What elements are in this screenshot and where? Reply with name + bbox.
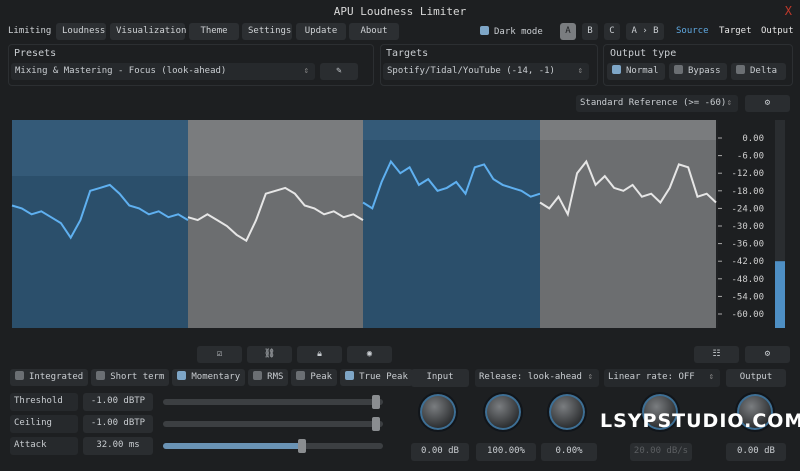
- mode-true-peak[interactable]: True Peak: [340, 369, 413, 386]
- mode-rms[interactable]: RMS: [248, 369, 289, 386]
- checkbox-icon: [177, 371, 187, 380]
- scale-label: 0.00: [742, 134, 764, 144]
- output-label: Output: [726, 369, 786, 387]
- unlink-icon: ⛓: [263, 349, 276, 359]
- scale-label: -6.00: [737, 152, 764, 162]
- measure-modes: Integrated Short term Momentary RMS Peak True…: [10, 369, 413, 386]
- mode-integrated[interactable]: Integrated: [10, 369, 89, 386]
- mode-label: Short term: [110, 372, 165, 382]
- mode-label: RMS: [267, 372, 284, 382]
- checkbox-icon: [15, 371, 24, 380]
- scale-label: -12.00: [731, 169, 764, 179]
- ceiling-slider[interactable]: [163, 417, 383, 431]
- input-value[interactable]: 0.00 dB: [411, 443, 469, 461]
- checkbox-icon: [296, 371, 306, 380]
- settings-button[interactable]: ⚙: [745, 346, 790, 363]
- loudness-graph: 0.00 -6.00 -12.00 -18.00 -24.00 -30.00 -36.00 -…: [11, 120, 785, 328]
- input-knob[interactable]: [418, 392, 458, 432]
- mode-label: Integrated: [29, 372, 84, 382]
- scale-label: -42.00: [731, 257, 764, 267]
- linear-rate-select[interactable]: Linear rate: OFF ⇕: [604, 369, 720, 387]
- mode-label: Momentary: [191, 372, 241, 382]
- mix-knob[interactable]: [547, 392, 587, 432]
- watermark: LSYPSTUDIO.COM: [600, 410, 800, 432]
- output-value[interactable]: 0.00 dB: [726, 443, 786, 461]
- mode-momentary[interactable]: Momentary: [172, 369, 246, 386]
- eye-icon: ◉: [366, 349, 373, 359]
- linear-rate-value: Linear rate: OFF: [608, 372, 695, 382]
- slider-thumb[interactable]: [372, 417, 381, 431]
- checkbox-icon: [253, 371, 263, 380]
- scale-label: -60.00: [731, 310, 764, 320]
- slider-thumb[interactable]: [372, 395, 381, 409]
- lock-button[interactable]: 🔒︎: [297, 346, 342, 363]
- scale-label: -36.00: [731, 240, 764, 250]
- unlink-button[interactable]: ⛓: [247, 346, 292, 363]
- scale-label: -24.00: [731, 204, 764, 214]
- sliders-icon: ☷: [712, 349, 721, 359]
- param-label: Threshold: [10, 393, 78, 411]
- mix-value[interactable]: 0.00%: [541, 443, 597, 461]
- checkbox-icon: [345, 371, 355, 380]
- slider-thumb[interactable]: [297, 439, 306, 453]
- level-meter-fill: [775, 261, 785, 328]
- param-value[interactable]: -1.00 dBTP: [83, 393, 153, 411]
- mode-label: Peak: [310, 372, 333, 382]
- check-button[interactable]: ☑: [197, 346, 242, 363]
- scale-label: -30.00: [731, 222, 764, 232]
- checkbox-icon: [96, 371, 106, 380]
- mixer-button[interactable]: ☷: [694, 346, 739, 363]
- attack-slider[interactable]: [163, 439, 383, 453]
- mode-short-term[interactable]: Short term: [91, 369, 170, 386]
- mode-label: True Peak: [359, 372, 408, 382]
- updown-icon: ⇕: [708, 372, 714, 382]
- segment-bg: [540, 138, 716, 328]
- release-value[interactable]: 100.00%: [476, 443, 536, 461]
- updown-icon: ⇕: [587, 372, 593, 382]
- checkbox-icon: ☑: [216, 349, 223, 359]
- release-knob[interactable]: [483, 392, 523, 432]
- gear-icon: ⚙: [764, 349, 771, 359]
- param-label: Ceiling: [10, 415, 78, 433]
- threshold-slider[interactable]: [163, 395, 383, 409]
- scale-label: -54.00: [731, 292, 764, 302]
- input-label: Input: [411, 369, 469, 387]
- param-label: Attack: [10, 437, 78, 455]
- lock-icon: 🔒︎: [317, 349, 322, 359]
- linear-rate-value[interactable]: 20.00 dB/s: [630, 443, 692, 461]
- release-value: Release: look-ahead: [479, 372, 582, 382]
- mode-peak[interactable]: Peak: [291, 369, 338, 386]
- param-value[interactable]: 32.00 ms: [83, 437, 153, 455]
- scale-label: -48.00: [731, 275, 764, 285]
- view-button[interactable]: ◉: [347, 346, 392, 363]
- param-value[interactable]: -1.00 dBTP: [83, 415, 153, 433]
- release-select[interactable]: Release: look-ahead ⇕: [475, 369, 599, 387]
- scale-label: -18.00: [731, 187, 764, 197]
